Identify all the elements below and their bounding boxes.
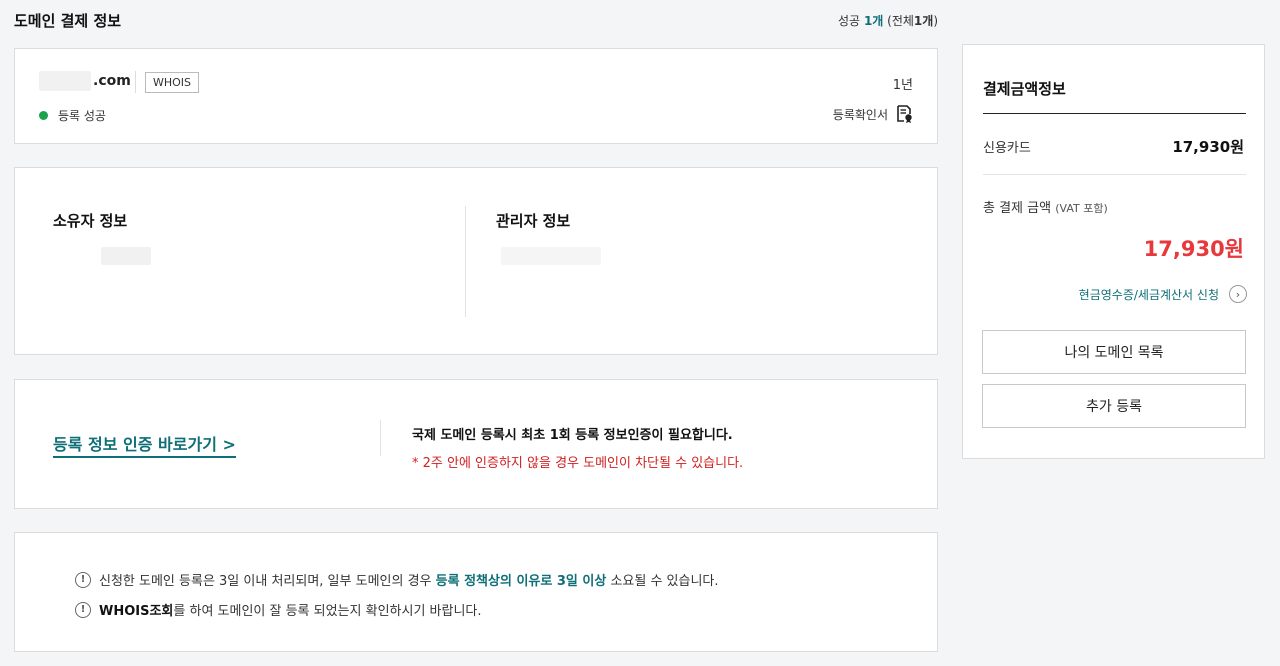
certificate-label: 등록확인서 <box>832 107 888 122</box>
certificate-link[interactable]: 등록확인서 <box>833 105 913 123</box>
verification-warning: * 2주 안에 인증하지 않을 경우 도메인이 차단될 수 있습니다. <box>412 456 744 471</box>
payment-method-label: 신용카드 <box>983 141 1031 156</box>
success-count: 1개 <box>863 14 884 28</box>
info-line-whois: ! WHOIS조회 를 하여 도메인이 잘 등록 되었는지 확인하시기 바랍니다. <box>75 600 482 619</box>
status-dot-icon <box>39 111 48 120</box>
total-amount-label: 총 결제 금액 (VAT 포함) <box>983 201 1108 216</box>
payment-summary-title: 결제금액정보 <box>983 80 1066 98</box>
policy-highlight: 등록 정책상의 이유로 3일 이상 <box>435 574 607 589</box>
total-count: 1개 <box>913 14 934 28</box>
result-count: 성공 1개 (전체1개) <box>838 14 938 28</box>
exclamation-circle-icon: ! <box>75 601 91 618</box>
separator <box>135 71 136 93</box>
my-domains-button[interactable]: 나의 도메인 목록 <box>982 330 1246 374</box>
exclamation-circle-icon: ! <box>75 571 91 588</box>
info-card: ! 신청한 도메인 등록은 3일 이내 처리되며, 일부 도메인의 경우 등록 … <box>14 532 938 652</box>
total-amount: 17,930원 <box>1143 237 1244 261</box>
payment-summary-panel: 결제금액정보 신용카드 17,930원 총 결제 금액 (VAT 포함) 17,… <box>962 44 1265 459</box>
verify-registration-link[interactable]: 등록 정보 인증 바로가기 > <box>53 431 236 458</box>
redacted-admin <box>501 247 601 265</box>
receipt-request-link[interactable]: 현금영수증/세금계산서 신청 › <box>1079 285 1247 303</box>
add-registration-button[interactable]: 추가 등록 <box>982 384 1246 428</box>
column-divider <box>380 420 381 456</box>
divider <box>983 174 1246 175</box>
whois-lookup-text: WHOIS조회 <box>99 604 174 619</box>
contact-info-card: 소유자 정보 관리자 정보 <box>14 167 938 355</box>
payment-method-amount: 17,930원 <box>1172 138 1244 156</box>
domain-name: .com <box>39 71 131 91</box>
total-label: (전체 <box>887 14 914 28</box>
vat-note: (VAT 포함) <box>1055 202 1108 215</box>
verification-card: 등록 정보 인증 바로가기 > 국제 도메인 등록시 최초 1회 등록 정보인증… <box>14 379 938 509</box>
redacted-owner <box>101 247 151 265</box>
domain-card: .com WHOIS 1년 등록 성공 등록확인서 <box>14 48 938 144</box>
chevron-right-icon: › <box>1229 285 1247 303</box>
whois-button[interactable]: WHOIS <box>145 72 200 93</box>
certificate-icon <box>897 105 912 123</box>
registration-period: 1년 <box>892 78 913 93</box>
registration-status: 등록 성공 <box>39 107 106 124</box>
status-text: 등록 성공 <box>58 109 106 123</box>
verification-notice: 국제 도메인 등록시 최초 1회 등록 정보인증이 필요합니다. <box>412 428 733 443</box>
title-underline <box>983 113 1246 114</box>
domain-suffix: .com <box>93 73 131 89</box>
info-line-processing: ! 신청한 도메인 등록은 3일 이내 처리되며, 일부 도메인의 경우 등록 … <box>75 570 719 589</box>
redacted-domain <box>39 71 91 91</box>
column-divider <box>465 206 466 317</box>
owner-info-title: 소유자 정보 <box>53 212 128 230</box>
admin-info-title: 관리자 정보 <box>496 212 571 230</box>
page-title: 도메인 결제 정보 <box>14 12 122 30</box>
success-label: 성공 <box>838 14 861 28</box>
